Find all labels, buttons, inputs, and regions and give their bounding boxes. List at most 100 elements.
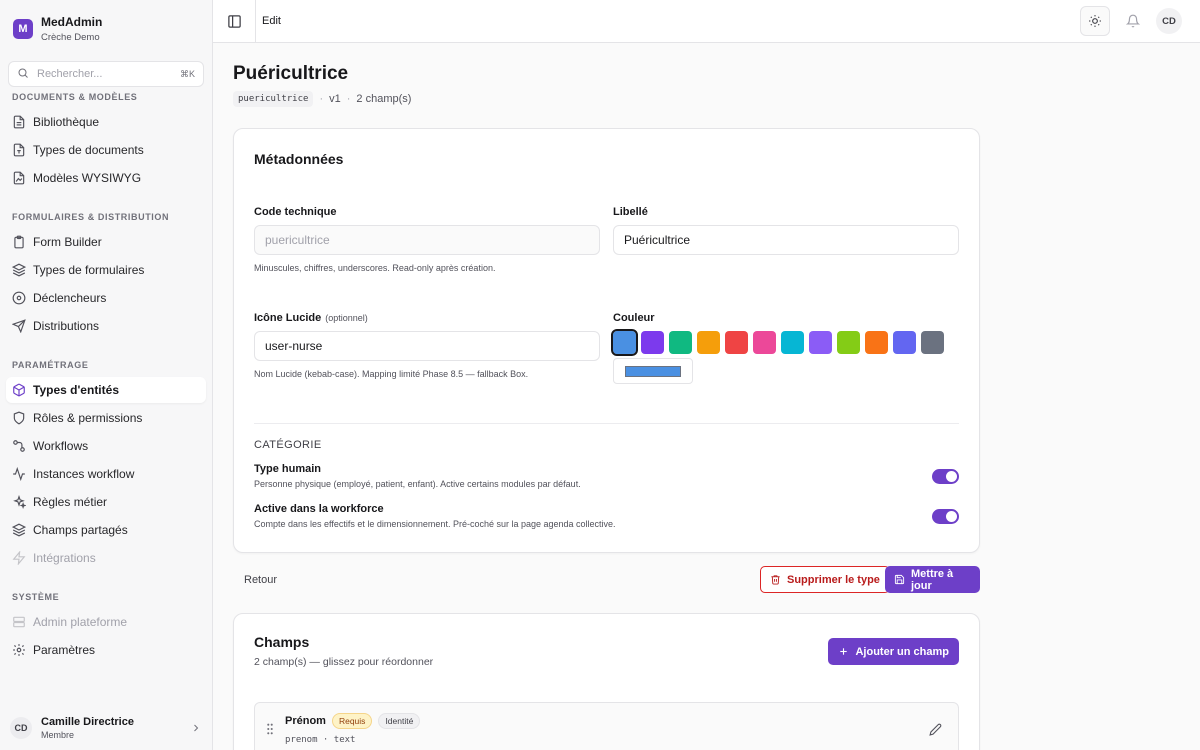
code-help: Minuscules, chiffres, underscores. Read-… [254,263,496,273]
sidebar-item-parametres[interactable]: Paramètres [6,637,206,663]
workforce-switch[interactable] [932,508,959,524]
user-menu[interactable]: CD Camille Directrice Membre [0,706,212,750]
sidebar-item-label: Paramètres [33,643,96,657]
color-swatch-2[interactable] [641,331,664,354]
file-type-icon [12,143,26,157]
toggle-row-workforce: Active dans la workforce Compte dans les… [254,503,959,529]
content: Puéricultrice puericultrice · v1 · 2 cha… [233,43,980,750]
color-swatch-4[interactable] [697,331,720,354]
sidebar-item-distributions[interactable]: Distributions [6,313,206,339]
code-label: Code technique [254,206,337,218]
icon-label: Icône Lucide (optionnel) [254,312,600,324]
sidebar-item-label: Règles métier [33,495,108,509]
color-swatch-8[interactable] [809,331,832,354]
version-label: v1 [329,93,341,105]
sidebar-item-instances-workflow[interactable]: Instances workflow [6,461,206,487]
field-row: Prénom Requis Identité prenom · text [254,702,959,750]
sidebar-item-label: Distributions [33,319,100,333]
field-meta: prenom · text [285,735,356,745]
panel-left-icon [227,14,242,29]
sidebar-item-types-documents[interactable]: Types de documents [6,137,206,163]
toggle-description: Compte dans les effectifs et le dimensio… [254,519,616,529]
sidebar-item-roles-permissions[interactable]: Rôles & permissions [6,405,206,431]
delete-label: Supprimer le type [787,573,880,586]
sidebar-item-declencheurs[interactable]: Déclencheurs [6,285,206,311]
icon-field[interactable]: user-nurse [254,331,600,361]
avatar[interactable]: CD [1156,8,1182,34]
color-swatch-12[interactable] [921,331,944,354]
metadata-title: Métadonnées [254,151,344,167]
database-icon [12,615,26,629]
sidebar-item-label: Champs partagés [33,523,128,537]
nav-section-systeme: SYSTÈME [12,592,60,602]
search-input[interactable]: Rechercher... ⌘K [8,61,204,87]
drag-handle-icon[interactable] [265,723,275,750]
topbar: Edit CD [213,0,1200,43]
delete-type-button[interactable]: Supprimer le type [760,566,890,593]
sidebar-item-admin-plateforme: Admin plateforme [6,609,206,635]
user-name: Camille Directrice [41,716,134,728]
sidebar-toggle-button[interactable] [213,0,256,43]
required-badge: Requis [331,713,373,729]
update-button[interactable]: Mettre à jour [885,566,980,593]
field-key: prenom [285,735,318,745]
trash-icon [770,574,781,585]
color-swatch-1[interactable] [611,329,638,356]
sidebar-item-label: Admin plateforme [33,615,128,629]
theme-toggle-button[interactable] [1080,6,1110,36]
sun-icon [1088,14,1102,28]
nav-section-documents: DOCUMENTS & MODÈLES [12,92,138,102]
toggle-row-type-humain: Type humain Personne physique (employé, … [254,463,959,489]
color-swatch-11[interactable] [893,331,916,354]
sidebar-item-label: Types d'entités [33,383,119,397]
sidebar-item-workflows[interactable]: Workflows [6,433,206,459]
toggle-title: Active dans la workforce [254,503,384,515]
search-placeholder: Rechercher... [37,68,103,80]
sidebar-item-regles-metier[interactable]: Règles métier [6,489,206,515]
sidebar-item-integrations: Intégrations [6,545,206,571]
code-chip: puericultrice [233,91,314,107]
sidebar-item-types-entites[interactable]: Types d'entités [6,377,206,403]
sidebar-item-champs-partages[interactable]: Champs partagés [6,517,206,543]
divider [254,423,959,424]
sidebar-item-form-builder[interactable]: Form Builder [6,229,206,255]
shield-icon [12,411,26,425]
sidebar-item-modeles-wysiwyg[interactable]: Modèles WYSIWYG [6,165,206,191]
libelle-field[interactable]: Puéricultrice [613,225,959,255]
back-link[interactable]: Retour [244,574,277,586]
layers-icon [12,523,26,537]
icon-label-text: Icône Lucide [254,312,322,324]
brand[interactable]: M MedAdmin Crèche Demo [0,0,212,46]
search-shortcut: ⌘K [179,68,195,79]
pencil-icon[interactable] [929,723,942,750]
code-field: puericultrice [254,225,600,255]
color-swatch-7[interactable] [781,331,804,354]
sidebar-item-types-formulaires[interactable]: Types de formulaires [6,257,206,283]
nav-section-formulaires: FORMULAIRES & DISTRIBUTION [12,212,170,222]
notifications-button[interactable] [1118,6,1148,36]
tenant-name: Crèche Demo [41,32,100,43]
layers-icon [12,263,26,277]
add-field-label: Ajouter un champ [855,645,949,658]
color-swatch-5[interactable] [725,331,748,354]
sidebar: M MedAdmin Crèche Demo Rechercher... ⌘K … [0,0,213,750]
clipboard-icon [12,235,26,249]
sidebar-item-bibliotheque[interactable]: Bibliothèque [6,109,206,135]
sidebar-item-label: Form Builder [33,235,102,249]
sidebar-item-label: Instances workflow [33,467,135,481]
sidebar-item-label: Types de formulaires [33,263,145,277]
color-swatch-9[interactable] [837,331,860,354]
color-swatch-10[interactable] [865,331,888,354]
sparkles-icon [12,495,26,509]
avatar: CD [10,717,32,739]
color-swatch-3[interactable] [669,331,692,354]
color-swatch-6[interactable] [753,331,776,354]
sidebar-item-label: Modèles WYSIWYG [33,171,142,185]
type-humain-switch[interactable] [932,468,959,484]
activity-icon [12,467,26,481]
sidebar-nav: DOCUMENTS & MODÈLES Bibliothèque Types d… [0,92,212,665]
color-picker[interactable] [613,358,693,384]
field-type: text [333,735,356,745]
add-field-button[interactable]: Ajouter un champ [828,638,959,665]
color-preview-fill [625,365,681,377]
